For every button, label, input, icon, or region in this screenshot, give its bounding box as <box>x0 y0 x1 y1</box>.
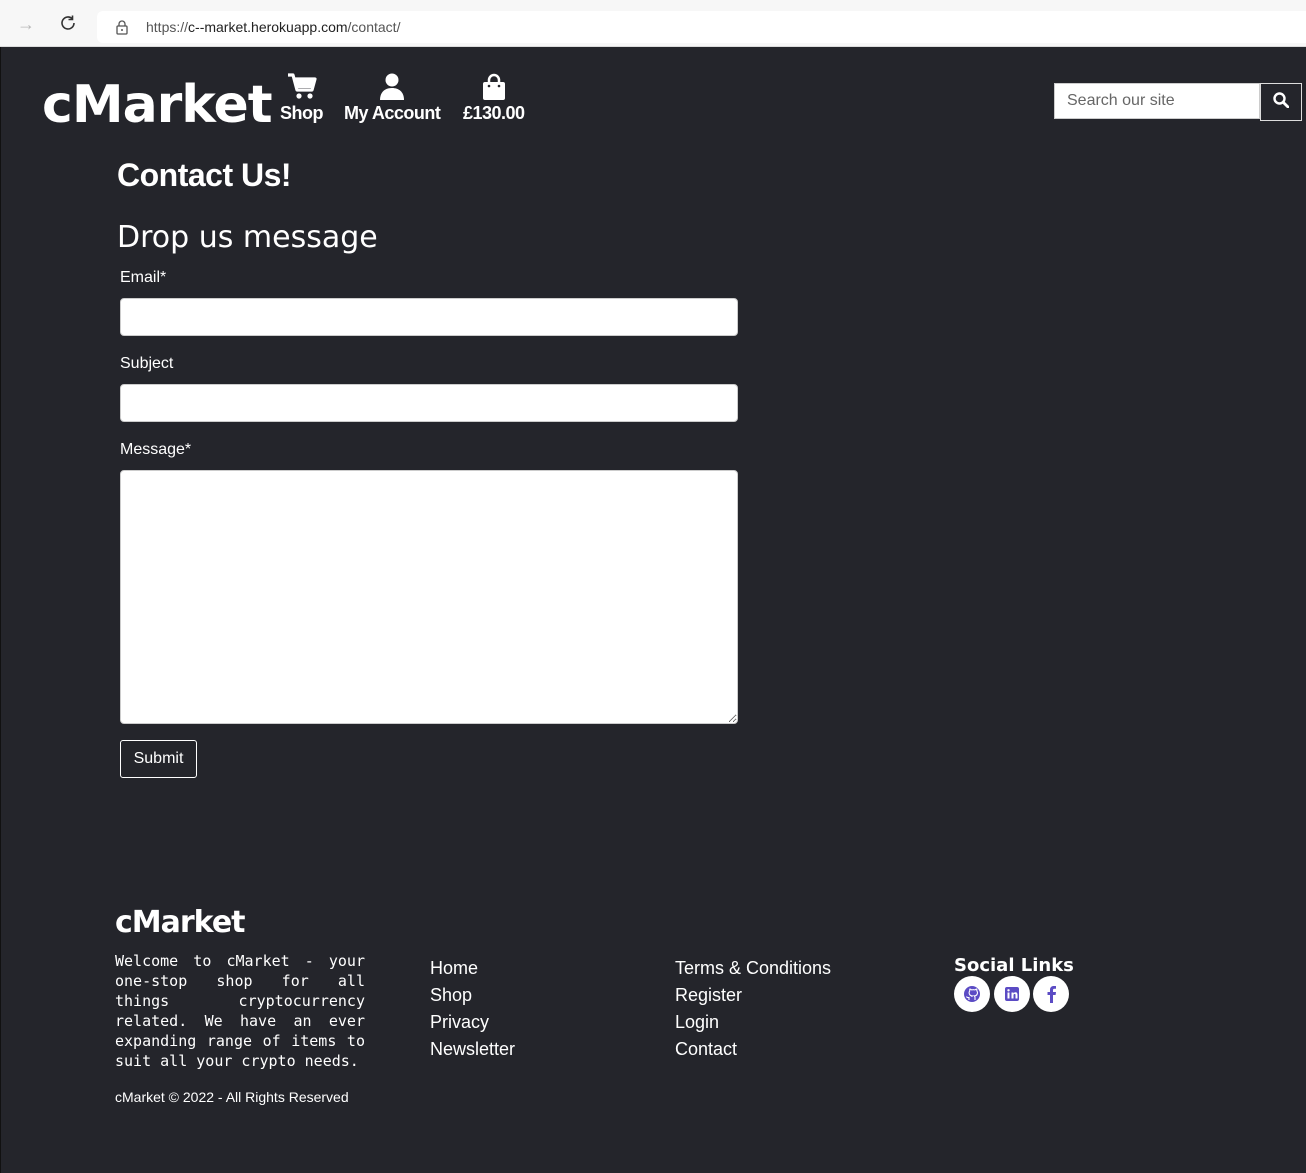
nav-cart-total[interactable]: £130.00 <box>463 73 525 124</box>
footer-about-text: Welcome to cMarket - your one-stop shop … <box>115 952 365 1070</box>
footer-links-secondary: Terms & Conditions Register Login Contac… <box>675 955 831 1063</box>
page-title: Contact Us! <box>117 157 292 193</box>
footer-link-shop[interactable]: Shop <box>430 982 515 1009</box>
subject-field[interactable] <box>120 384 738 422</box>
user-icon <box>344 73 440 101</box>
site-logo[interactable]: cMarket <box>42 75 273 135</box>
submit-button[interactable]: Submit <box>120 740 197 778</box>
footer-logo: cMarket <box>115 905 246 940</box>
footer-link-login[interactable]: Login <box>675 1009 831 1036</box>
message-label: Message* <box>120 441 192 458</box>
message-field[interactable] <box>120 470 738 724</box>
address-bar[interactable]: https://c--market.herokuapp.com/contact/ <box>97 11 1306 43</box>
social-links-title: Social Links <box>954 955 1074 976</box>
footer-link-home[interactable]: Home <box>430 955 515 982</box>
footer-link-newsletter[interactable]: Newsletter <box>430 1036 515 1063</box>
footer-link-contact[interactable]: Contact <box>675 1036 831 1063</box>
search-button[interactable] <box>1260 83 1302 121</box>
form-title: Drop us message <box>117 220 378 255</box>
lock-icon <box>115 19 129 35</box>
nav-cart-total-label: £130.00 <box>463 103 525 123</box>
footer-links-primary: Home Shop Privacy Newsletter <box>430 955 515 1063</box>
search-icon <box>1273 91 1290 113</box>
footer-link-privacy[interactable]: Privacy <box>430 1009 515 1036</box>
browser-toolbar: → https://c--market.herokuapp.com/contac… <box>0 0 1306 47</box>
email-label: Email* <box>120 269 167 286</box>
reload-icon[interactable] <box>58 14 78 34</box>
page: cMarket Shop My Account £130.00 Contact … <box>0 47 1306 1173</box>
bag-icon <box>463 73 525 101</box>
search-input[interactable] <box>1054 83 1260 119</box>
forward-arrow-icon[interactable]: → <box>16 14 36 34</box>
copyright-text: cMarket © 2022 - All Rights Reserved <box>115 1089 349 1105</box>
facebook-icon[interactable] <box>1033 976 1069 1012</box>
subject-label: Subject <box>120 355 174 372</box>
nav-my-account[interactable]: My Account <box>344 73 441 124</box>
nav-shop[interactable]: Shop <box>280 73 324 124</box>
footer-link-terms[interactable]: Terms & Conditions <box>675 955 831 982</box>
nav-my-account-label: My Account <box>344 103 441 123</box>
nav-shop-label: Shop <box>280 103 324 123</box>
url-text: https://c--market.herokuapp.com/contact/ <box>146 19 401 35</box>
cart-icon <box>280 73 323 101</box>
footer-link-register[interactable]: Register <box>675 982 831 1009</box>
linkedin-icon[interactable] <box>994 976 1030 1012</box>
search-form <box>1054 83 1302 121</box>
github-icon[interactable] <box>954 976 990 1012</box>
email-field[interactable] <box>120 298 738 336</box>
